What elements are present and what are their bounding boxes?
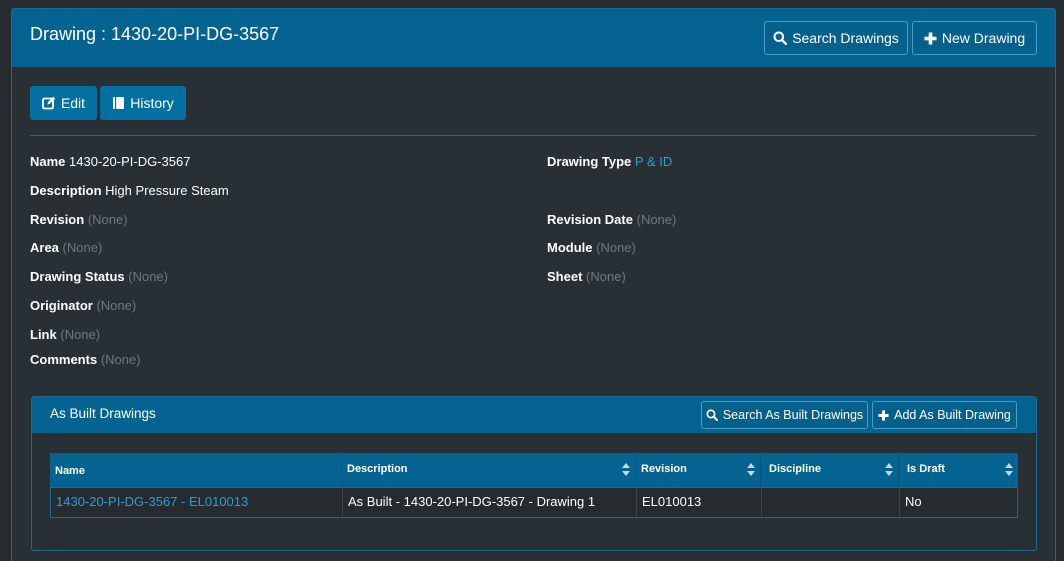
row-is-draft: No bbox=[905, 494, 922, 509]
field-drawing-status: Drawing Status (None) bbox=[30, 269, 168, 284]
add-as-built-label: Add As Built Drawing bbox=[894, 408, 1011, 422]
row-discipline bbox=[762, 488, 900, 517]
field-description: Description High Pressure Steam bbox=[30, 183, 229, 198]
new-drawing-button[interactable]: New Drawing bbox=[912, 21, 1037, 55]
book-icon bbox=[112, 96, 125, 110]
field-revision-date: Revision Date (None) bbox=[547, 212, 677, 227]
edit-button[interactable]: Edit bbox=[30, 86, 97, 120]
search-as-built-button[interactable]: Search As Built Drawings bbox=[701, 401, 868, 429]
drawing-status-value: (None) bbox=[128, 269, 168, 284]
as-built-header: As Built Drawings Search As Built Drawin… bbox=[32, 397, 1036, 433]
sort-icon bbox=[622, 463, 630, 479]
row-revision: EL010013 bbox=[637, 488, 762, 517]
plus-icon bbox=[878, 409, 889, 421]
column-header-name[interactable]: Name bbox=[50, 453, 342, 487]
edit-icon bbox=[42, 96, 56, 110]
field-comments: Comments (None) bbox=[30, 352, 141, 367]
column-header-discipline[interactable]: Discipline bbox=[761, 453, 899, 487]
column-header-description[interactable]: Description bbox=[342, 453, 636, 487]
column-header-revision[interactable]: Revision bbox=[636, 453, 761, 487]
search-icon bbox=[773, 31, 788, 45]
drawing-type-link[interactable]: P & ID bbox=[635, 154, 672, 169]
description-value: High Pressure Steam bbox=[105, 183, 229, 198]
name-value: 1430-20-PI-DG-3567 bbox=[69, 154, 191, 169]
area-value: (None) bbox=[62, 240, 103, 255]
field-link: Link (None) bbox=[30, 327, 101, 342]
sheet-value: (None) bbox=[586, 269, 626, 284]
field-revision: Revision (None) bbox=[30, 212, 128, 227]
as-built-title: As Built Drawings bbox=[50, 406, 156, 421]
sort-icon bbox=[1005, 463, 1013, 479]
field-drawing-type: Drawing Type P & ID bbox=[547, 154, 673, 169]
table-row: 1430-20-PI-DG-3567 - EL010013 As Built -… bbox=[50, 487, 1018, 518]
search-drawings-label: Search Drawings bbox=[792, 30, 899, 46]
search-as-built-label: Search As Built Drawings bbox=[722, 408, 864, 422]
divider bbox=[30, 135, 1036, 136]
originator-value: (None) bbox=[96, 298, 137, 313]
panel-header: Drawing : 1430-20-PI-DG-3567 Search Draw… bbox=[12, 9, 1055, 67]
drawing-panel: Drawing : 1430-20-PI-DG-3567 Search Draw… bbox=[11, 8, 1056, 561]
field-module: Module (None) bbox=[547, 240, 636, 255]
edit-label: Edit bbox=[60, 95, 86, 111]
plus-icon bbox=[924, 32, 937, 45]
add-as-built-button[interactable]: Add As Built Drawing bbox=[872, 401, 1017, 429]
field-sheet: Sheet (None) bbox=[547, 269, 626, 284]
search-icon bbox=[706, 409, 718, 421]
module-value: (None) bbox=[596, 240, 636, 255]
sort-icon bbox=[747, 463, 755, 479]
field-originator: Originator (None) bbox=[30, 298, 137, 313]
row-description: As Built - 1430-20-PI-DG-3567 - Drawing … bbox=[343, 488, 637, 517]
row-name-link[interactable]: 1430-20-PI-DG-3567 - EL010013 bbox=[51, 488, 343, 517]
comments-value: (None) bbox=[100, 352, 141, 367]
field-area: Area (None) bbox=[30, 240, 103, 255]
link-value: (None) bbox=[60, 327, 101, 342]
history-button[interactable]: History bbox=[100, 86, 186, 120]
as-built-panel: As Built Drawings Search As Built Drawin… bbox=[31, 396, 1037, 551]
revision-date-value: (None) bbox=[636, 212, 677, 227]
history-label: History bbox=[130, 95, 174, 111]
table-header: Name Description Revision Discipline Is … bbox=[50, 453, 1018, 487]
page-title: Drawing : 1430-20-PI-DG-3567 bbox=[30, 24, 280, 44]
search-drawings-button[interactable]: Search Drawings bbox=[764, 21, 908, 55]
field-name: Name 1430-20-PI-DG-3567 bbox=[30, 154, 191, 169]
column-header-is-draft[interactable]: Is Draft bbox=[899, 453, 1018, 487]
revision-value: (None) bbox=[87, 212, 128, 227]
new-drawing-label: New Drawing bbox=[941, 30, 1026, 46]
sort-icon bbox=[885, 463, 893, 479]
